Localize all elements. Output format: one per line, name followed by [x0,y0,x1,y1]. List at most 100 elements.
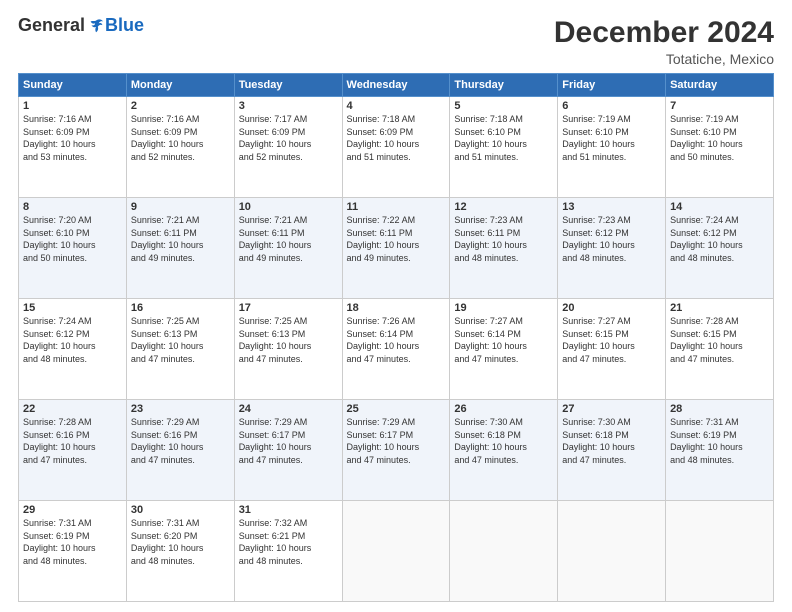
table-row: 10Sunrise: 7:21 AM Sunset: 6:11 PM Dayli… [234,198,342,299]
day-info: Sunrise: 7:19 AM Sunset: 6:10 PM Dayligh… [562,113,661,163]
day-number: 22 [23,403,122,415]
table-row: 19Sunrise: 7:27 AM Sunset: 6:14 PM Dayli… [450,299,558,400]
day-info: Sunrise: 7:16 AM Sunset: 6:09 PM Dayligh… [23,113,122,163]
day-number: 20 [562,302,661,314]
col-friday: Friday [558,74,666,97]
day-info: Sunrise: 7:18 AM Sunset: 6:09 PM Dayligh… [347,113,446,163]
day-info: Sunrise: 7:29 AM Sunset: 6:17 PM Dayligh… [239,416,338,466]
day-number: 10 [239,201,338,213]
calendar-week-row: 22Sunrise: 7:28 AM Sunset: 6:16 PM Dayli… [19,400,774,501]
table-row: 11Sunrise: 7:22 AM Sunset: 6:11 PM Dayli… [342,198,450,299]
table-row: 6Sunrise: 7:19 AM Sunset: 6:10 PM Daylig… [558,97,666,198]
day-info: Sunrise: 7:27 AM Sunset: 6:14 PM Dayligh… [454,315,553,365]
day-info: Sunrise: 7:25 AM Sunset: 6:13 PM Dayligh… [131,315,230,365]
table-row [558,501,666,602]
table-row: 18Sunrise: 7:26 AM Sunset: 6:14 PM Dayli… [342,299,450,400]
day-number: 23 [131,403,230,415]
day-info: Sunrise: 7:21 AM Sunset: 6:11 PM Dayligh… [239,214,338,264]
day-info: Sunrise: 7:18 AM Sunset: 6:10 PM Dayligh… [454,113,553,163]
table-row: 8Sunrise: 7:20 AM Sunset: 6:10 PM Daylig… [19,198,127,299]
header: General Blue December 2024 Totatiche, Me… [18,16,774,67]
table-row: 16Sunrise: 7:25 AM Sunset: 6:13 PM Dayli… [126,299,234,400]
day-info: Sunrise: 7:29 AM Sunset: 6:17 PM Dayligh… [347,416,446,466]
table-row: 20Sunrise: 7:27 AM Sunset: 6:15 PM Dayli… [558,299,666,400]
table-row [666,501,774,602]
day-info: Sunrise: 7:23 AM Sunset: 6:12 PM Dayligh… [562,214,661,264]
day-info: Sunrise: 7:24 AM Sunset: 6:12 PM Dayligh… [23,315,122,365]
day-number: 9 [131,201,230,213]
calendar-table: Sunday Monday Tuesday Wednesday Thursday… [18,73,774,602]
day-number: 8 [23,201,122,213]
calendar-header-row: Sunday Monday Tuesday Wednesday Thursday… [19,74,774,97]
table-row: 29Sunrise: 7:31 AM Sunset: 6:19 PM Dayli… [19,501,127,602]
day-info: Sunrise: 7:30 AM Sunset: 6:18 PM Dayligh… [454,416,553,466]
day-number: 2 [131,100,230,112]
day-number: 6 [562,100,661,112]
day-number: 17 [239,302,338,314]
day-number: 3 [239,100,338,112]
day-number: 5 [454,100,553,112]
day-info: Sunrise: 7:28 AM Sunset: 6:16 PM Dayligh… [23,416,122,466]
col-thursday: Thursday [450,74,558,97]
table-row: 2Sunrise: 7:16 AM Sunset: 6:09 PM Daylig… [126,97,234,198]
day-info: Sunrise: 7:30 AM Sunset: 6:18 PM Dayligh… [562,416,661,466]
table-row [450,501,558,602]
table-row: 4Sunrise: 7:18 AM Sunset: 6:09 PM Daylig… [342,97,450,198]
day-number: 15 [23,302,122,314]
day-number: 29 [23,504,122,516]
table-row: 28Sunrise: 7:31 AM Sunset: 6:19 PM Dayli… [666,400,774,501]
day-info: Sunrise: 7:21 AM Sunset: 6:11 PM Dayligh… [131,214,230,264]
table-row: 27Sunrise: 7:30 AM Sunset: 6:18 PM Dayli… [558,400,666,501]
calendar-week-row: 1Sunrise: 7:16 AM Sunset: 6:09 PM Daylig… [19,97,774,198]
day-number: 4 [347,100,446,112]
day-info: Sunrise: 7:31 AM Sunset: 6:20 PM Dayligh… [131,517,230,567]
day-info: Sunrise: 7:31 AM Sunset: 6:19 PM Dayligh… [23,517,122,567]
day-number: 25 [347,403,446,415]
table-row: 12Sunrise: 7:23 AM Sunset: 6:11 PM Dayli… [450,198,558,299]
day-info: Sunrise: 7:29 AM Sunset: 6:16 PM Dayligh… [131,416,230,466]
col-wednesday: Wednesday [342,74,450,97]
month-title: December 2024 [554,16,774,49]
day-info: Sunrise: 7:28 AM Sunset: 6:15 PM Dayligh… [670,315,769,365]
day-number: 18 [347,302,446,314]
day-info: Sunrise: 7:32 AM Sunset: 6:21 PM Dayligh… [239,517,338,567]
table-row: 1Sunrise: 7:16 AM Sunset: 6:09 PM Daylig… [19,97,127,198]
day-info: Sunrise: 7:24 AM Sunset: 6:12 PM Dayligh… [670,214,769,264]
calendar-week-row: 8Sunrise: 7:20 AM Sunset: 6:10 PM Daylig… [19,198,774,299]
day-number: 24 [239,403,338,415]
table-row: 26Sunrise: 7:30 AM Sunset: 6:18 PM Dayli… [450,400,558,501]
table-row: 13Sunrise: 7:23 AM Sunset: 6:12 PM Dayli… [558,198,666,299]
col-saturday: Saturday [666,74,774,97]
day-number: 21 [670,302,769,314]
day-info: Sunrise: 7:31 AM Sunset: 6:19 PM Dayligh… [670,416,769,466]
table-row: 3Sunrise: 7:17 AM Sunset: 6:09 PM Daylig… [234,97,342,198]
title-block: December 2024 Totatiche, Mexico [554,16,774,67]
day-info: Sunrise: 7:23 AM Sunset: 6:11 PM Dayligh… [454,214,553,264]
day-number: 11 [347,201,446,213]
calendar-week-row: 15Sunrise: 7:24 AM Sunset: 6:12 PM Dayli… [19,299,774,400]
logo-blue: Blue [105,16,144,36]
col-sunday: Sunday [19,74,127,97]
day-info: Sunrise: 7:27 AM Sunset: 6:15 PM Dayligh… [562,315,661,365]
page: General Blue December 2024 Totatiche, Me… [0,0,792,612]
table-row: 15Sunrise: 7:24 AM Sunset: 6:12 PM Dayli… [19,299,127,400]
calendar-week-row: 29Sunrise: 7:31 AM Sunset: 6:19 PM Dayli… [19,501,774,602]
day-number: 1 [23,100,122,112]
table-row: 5Sunrise: 7:18 AM Sunset: 6:10 PM Daylig… [450,97,558,198]
day-number: 14 [670,201,769,213]
day-number: 28 [670,403,769,415]
logo: General Blue [18,16,144,36]
day-info: Sunrise: 7:22 AM Sunset: 6:11 PM Dayligh… [347,214,446,264]
table-row: 17Sunrise: 7:25 AM Sunset: 6:13 PM Dayli… [234,299,342,400]
day-info: Sunrise: 7:20 AM Sunset: 6:10 PM Dayligh… [23,214,122,264]
day-info: Sunrise: 7:26 AM Sunset: 6:14 PM Dayligh… [347,315,446,365]
logo-general: General [18,16,85,36]
day-number: 26 [454,403,553,415]
table-row: 24Sunrise: 7:29 AM Sunset: 6:17 PM Dayli… [234,400,342,501]
table-row: 31Sunrise: 7:32 AM Sunset: 6:21 PM Dayli… [234,501,342,602]
day-number: 7 [670,100,769,112]
col-tuesday: Tuesday [234,74,342,97]
table-row: 7Sunrise: 7:19 AM Sunset: 6:10 PM Daylig… [666,97,774,198]
table-row: 22Sunrise: 7:28 AM Sunset: 6:16 PM Dayli… [19,400,127,501]
day-number: 12 [454,201,553,213]
